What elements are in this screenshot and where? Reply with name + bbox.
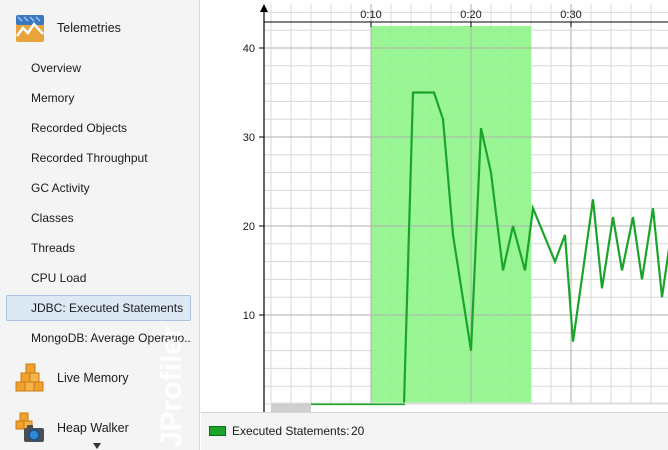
section-label: Telemetries bbox=[57, 21, 121, 35]
svg-text:JProfiler: JProfiler bbox=[155, 326, 188, 448]
section-telemetries[interactable]: Telemetries bbox=[0, 8, 199, 48]
section-label: Heap Walker bbox=[57, 421, 129, 435]
y-tick-label: 40 bbox=[243, 43, 255, 55]
y-tick-label: 20 bbox=[243, 221, 255, 233]
y-tick-label: 30 bbox=[243, 132, 255, 144]
sidebar-item-memory[interactable]: Memory bbox=[6, 85, 191, 111]
graph-scroll-thumb[interactable] bbox=[271, 403, 311, 412]
sidebar-item-overview[interactable]: Overview bbox=[6, 55, 191, 81]
sidebar-item-threads[interactable]: Threads bbox=[6, 235, 191, 261]
legend-label: Executed Statements: bbox=[232, 424, 350, 438]
x-tick-label: 0:20 bbox=[460, 9, 481, 21]
sidebar-item-gc-activity[interactable]: GC Activity bbox=[6, 175, 191, 201]
live-memory-icon bbox=[15, 363, 44, 392]
chevron-down-icon[interactable] bbox=[92, 442, 102, 450]
sidebar-item-classes[interactable]: Classes bbox=[6, 205, 191, 231]
sidebar-item-recorded-objects[interactable]: Recorded Objects bbox=[6, 115, 191, 141]
jprofiler-watermark: JProfiler bbox=[155, 326, 188, 448]
x-tick-label: 0:30 bbox=[560, 9, 581, 21]
legend: Executed Statements: 20 bbox=[201, 412, 668, 450]
telemetries-icon bbox=[16, 15, 44, 42]
heap-walker-icon bbox=[15, 412, 44, 442]
legend-value: 20 bbox=[351, 424, 365, 438]
y-tick-label: 10 bbox=[243, 310, 255, 322]
x-tick-label: 0:10 bbox=[360, 9, 381, 21]
sidebar-item-cpu-load[interactable]: CPU Load bbox=[6, 265, 191, 291]
y-axis-arrow bbox=[260, 4, 268, 12]
sidebar: Telemetries Overview Memory Recorded Obj… bbox=[0, 0, 200, 450]
section-label: Live Memory bbox=[57, 371, 129, 385]
sidebar-item-recorded-throughput[interactable]: Recorded Throughput bbox=[6, 145, 191, 171]
legend-swatch bbox=[209, 426, 226, 436]
graph-canvas: 10 20 30 40 0:10 0:20 0:30 bbox=[243, 4, 668, 412]
telemetry-graph[interactable]: 10 20 30 40 0:10 0:20 0:30 bbox=[201, 0, 668, 412]
